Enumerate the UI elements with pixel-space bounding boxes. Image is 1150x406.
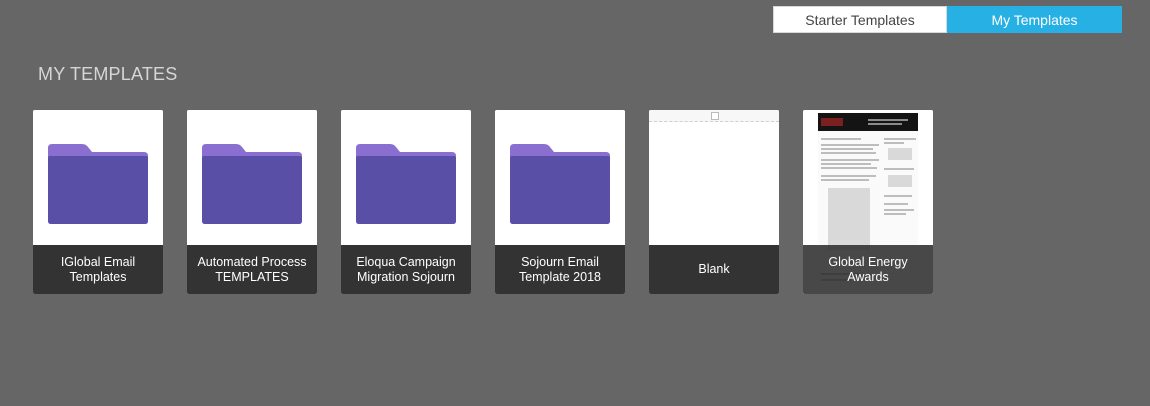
logo-icon <box>821 118 843 126</box>
template-blank-card[interactable]: Blank <box>649 110 779 294</box>
folder-thumbnail <box>187 110 317 245</box>
blank-thumbnail <box>649 110 779 245</box>
folder-icon <box>202 144 302 224</box>
template-label: Global Energy Awards <box>803 245 933 294</box>
template-folder-card[interactable]: Eloqua Campaign Migration Sojourn <box>341 110 471 294</box>
folder-thumbnail <box>341 110 471 245</box>
template-folder-card[interactable]: Automated Process TEMPLATES <box>187 110 317 294</box>
template-type-tabs: Starter Templates My Templates <box>773 6 1122 33</box>
template-folder-card[interactable]: Sojourn Email Template 2018 <box>495 110 625 294</box>
email-header-banner <box>818 113 918 131</box>
template-label: Blank <box>649 245 779 294</box>
template-label: Sojourn Email Template 2018 <box>495 245 625 294</box>
template-email-card[interactable]: Global Energy Awards <box>803 110 933 294</box>
folder-icon <box>510 144 610 224</box>
template-label: Automated Process TEMPLATES <box>187 245 317 294</box>
template-label: Eloqua Campaign Migration Sojourn <box>341 245 471 294</box>
folder-icon <box>48 144 148 224</box>
tab-my-templates[interactable]: My Templates <box>947 6 1122 33</box>
template-folder-card[interactable]: IGlobal Email Templates <box>33 110 163 294</box>
blank-drop-zone <box>649 110 779 122</box>
folder-thumbnail <box>495 110 625 245</box>
drag-handle-icon <box>711 112 719 120</box>
section-title: MY TEMPLATES <box>38 64 178 84</box>
folder-thumbnail <box>33 110 163 245</box>
folder-icon <box>356 144 456 224</box>
tab-starter-templates[interactable]: Starter Templates <box>773 6 947 33</box>
template-label: IGlobal Email Templates <box>33 245 163 294</box>
